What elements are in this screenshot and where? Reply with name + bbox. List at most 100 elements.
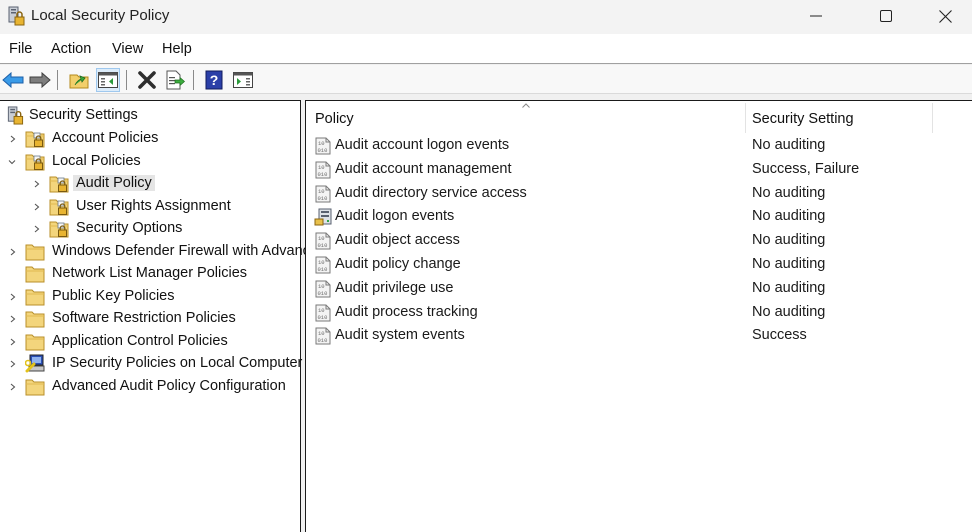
show-hide-action-pane-button[interactable] — [231, 68, 255, 92]
menu-view[interactable]: View — [112, 41, 143, 57]
tree-root-label: Security Settings — [29, 107, 138, 123]
tree-item[interactable]: Security Options — [0, 218, 300, 239]
svg-text:10: 10 — [318, 140, 325, 147]
tree-item[interactable]: Audit Policy — [0, 173, 300, 194]
svg-text:10: 10 — [318, 283, 325, 290]
tree-item[interactable]: Public Key Policies — [0, 286, 300, 307]
server-policy-icon — [314, 208, 332, 226]
folder-icon — [25, 264, 45, 283]
tree-item[interactable]: Software Restriction Policies — [0, 308, 300, 329]
policy-name: Audit directory service access — [335, 184, 527, 201]
tree-item-label: Application Control Policies — [52, 332, 228, 349]
policy-name: Audit object access — [335, 232, 460, 249]
svg-text:010: 010 — [318, 337, 328, 344]
folder-icon — [25, 287, 45, 306]
svg-text:?: ? — [210, 72, 219, 88]
toolbar: ? — [0, 65, 972, 94]
policy-name: Audit system events — [335, 327, 465, 344]
chevron-right-icon[interactable] — [8, 314, 18, 324]
show-hide-console-tree-button[interactable] — [96, 68, 120, 92]
security-setting-value: No auditing — [752, 137, 826, 153]
back-button[interactable] — [1, 68, 25, 92]
help-button[interactable]: ? — [202, 68, 226, 92]
up-folder-icon — [69, 74, 89, 89]
policy-row[interactable]: Audit logon events No auditing — [306, 205, 972, 228]
security-settings-icon — [7, 106, 24, 125]
policy-row[interactable]: 10 010 Audit privilege use No auditing — [306, 277, 972, 300]
maximize-button[interactable] — [863, 0, 909, 32]
forward-button[interactable] — [28, 68, 52, 92]
policy-row[interactable]: 10 010 Audit system events Success — [306, 324, 972, 347]
policy-row[interactable]: 10 010 Audit policy change No auditing — [306, 253, 972, 276]
export-list-icon — [166, 70, 185, 90]
svg-text:10: 10 — [318, 164, 325, 171]
binary-policy-icon: 10 010 — [314, 137, 332, 155]
folder-icon — [25, 377, 45, 396]
toolbar-separator — [193, 70, 194, 90]
menu-bar: File Action View Help — [0, 34, 972, 64]
security-setting-value: No auditing — [752, 279, 826, 296]
locked-folder-icon — [25, 129, 45, 148]
svg-text:10: 10 — [318, 330, 325, 337]
chevron-down-icon[interactable] — [7, 157, 17, 167]
security-setting-value: Success, Failure — [752, 160, 860, 177]
tree-root-security-settings[interactable]: Security Settings — [0, 105, 300, 126]
menu-help[interactable]: Help — [162, 41, 192, 57]
chevron-right-icon[interactable] — [8, 292, 18, 302]
tree-item[interactable]: Application Control Policies — [0, 331, 300, 352]
security-setting-value: No auditing — [752, 303, 826, 320]
tree-item-label: Local Policies — [52, 152, 141, 169]
chevron-right-icon[interactable] — [32, 179, 42, 189]
chevron-right-icon[interactable] — [8, 337, 18, 347]
chevron-right-icon[interactable] — [32, 224, 42, 234]
folder-icon — [25, 242, 45, 261]
chevron-right-icon[interactable] — [8, 247, 18, 257]
tree-item[interactable]: User Rights Assignment — [0, 196, 300, 217]
locked-folder-icon — [49, 219, 69, 238]
binary-policy-icon: 10 010 — [314, 232, 332, 250]
policy-row[interactable]: 10 010 Audit process tracking No auditing — [306, 301, 972, 324]
svg-text:010: 010 — [318, 195, 328, 202]
security-setting-value: No auditing — [752, 232, 826, 249]
svg-text:10: 10 — [318, 307, 325, 314]
policy-name: Audit process tracking — [335, 303, 478, 320]
tree-item[interactable]: Network List Manager Policies — [0, 263, 300, 284]
chevron-right-icon[interactable] — [32, 202, 42, 212]
menu-file[interactable]: File — [9, 41, 32, 57]
policy-row[interactable]: 10 010 Audit account logon events No audi… — [306, 134, 972, 157]
column-divider[interactable] — [932, 103, 933, 133]
svg-text:010: 010 — [318, 171, 328, 178]
policy-row[interactable]: 10 010 Audit account management Success, … — [306, 158, 972, 181]
minimize-button[interactable] — [793, 0, 839, 32]
tree-item[interactable]: IP Security Policies on Local Computer — [0, 353, 302, 374]
menu-action[interactable]: Action — [51, 41, 91, 57]
minimize-icon — [810, 15, 822, 17]
policy-row[interactable]: 10 010 Audit object access No auditing — [306, 229, 972, 252]
up-one-level-button[interactable] — [67, 68, 91, 92]
security-setting-value: No auditing — [752, 184, 826, 201]
policy-row[interactable]: 10 010 Audit directory service access No … — [306, 182, 972, 205]
svg-text:010: 010 — [318, 266, 328, 273]
chevron-right-icon[interactable] — [8, 359, 18, 369]
svg-text:010: 010 — [318, 147, 328, 154]
delete-button[interactable] — [135, 68, 159, 92]
tree-item[interactable]: Account Policies — [0, 128, 300, 149]
policy-name: Audit policy change — [335, 256, 461, 272]
chevron-right-icon[interactable] — [8, 134, 18, 144]
close-button[interactable] — [922, 0, 968, 32]
locked-folder-icon — [25, 152, 45, 171]
tree-item[interactable]: Advanced Audit Policy Configuration — [0, 376, 300, 397]
tree-item-label: Account Policies — [52, 130, 159, 146]
tree-item[interactable]: Windows Defender Firewall with Advanced … — [0, 241, 382, 262]
forward-arrow-icon — [29, 72, 51, 88]
column-header-policy[interactable]: Policy — [306, 101, 745, 133]
export-list-button[interactable] — [163, 68, 187, 92]
policy-name: Audit logon events — [335, 208, 455, 225]
policy-name: Audit account management — [335, 160, 512, 177]
chevron-right-icon[interactable] — [8, 382, 18, 392]
tree-item-label: Network List Manager Policies — [52, 265, 248, 281]
tree-item[interactable]: Local Policies — [0, 151, 300, 172]
column-header-security-setting[interactable]: Security Setting — [746, 101, 932, 133]
security-policy-app-icon — [8, 6, 25, 26]
binary-policy-icon: 10 010 — [314, 256, 332, 274]
